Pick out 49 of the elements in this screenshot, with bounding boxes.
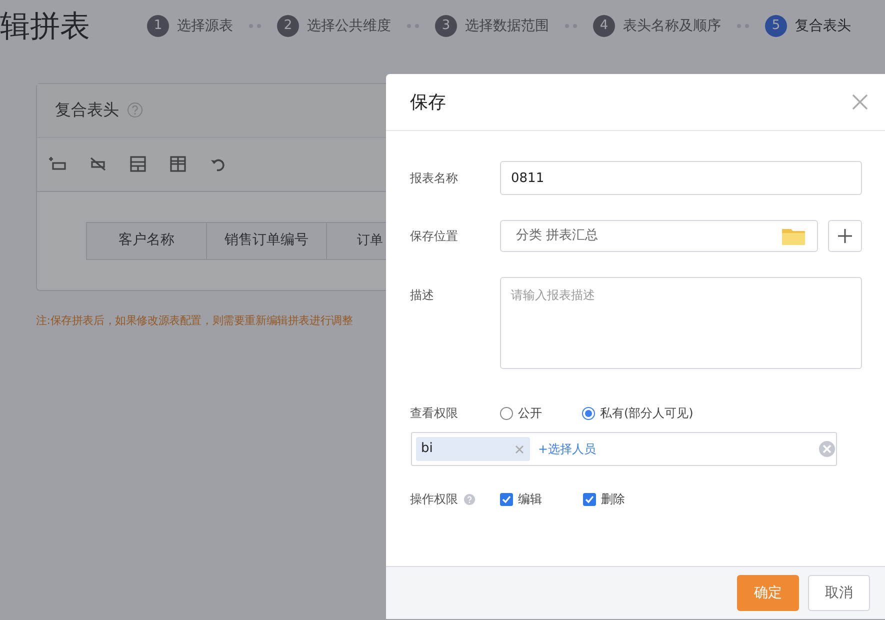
cancel-button[interactable]: 取消 <box>808 575 870 611</box>
option-label[interactable]: 私有(部分人可见) <box>600 404 694 422</box>
radio-button[interactable] <box>582 406 595 420</box>
note-text: 注:保存拼表后，如果修改源表配置，则需要重新编辑拼表进行调整 <box>36 312 354 328</box>
field-label: 描述 <box>410 287 435 304</box>
step-label[interactable]: 选择数据范围 <box>465 16 549 36</box>
step-number[interactable]: 3 <box>435 15 457 37</box>
plus-icon <box>838 229 852 243</box>
member-name: bi <box>421 440 433 458</box>
name-field[interactable]: 0811 <box>500 161 862 195</box>
option-label[interactable]: 删除 <box>601 490 625 508</box>
member-field[interactable]: bi +选择人员 <box>411 432 837 466</box>
field-label: 保存位置 <box>410 228 459 245</box>
field-label: 查看权限 <box>410 405 459 422</box>
field-label: 报表名称 <box>410 170 459 187</box>
close-icon <box>851 93 869 112</box>
panel-title: 复合表头 <box>55 99 119 121</box>
page-title: 辑拼表 <box>0 12 90 42</box>
header-cell: 销售订单编号 <box>206 222 327 260</box>
folder-icon <box>782 227 805 245</box>
dialog-title: 保存 <box>410 90 446 114</box>
step-number[interactable]: 2 <box>277 15 299 37</box>
step-label[interactable]: 选择源表 <box>177 16 233 36</box>
step-number[interactable]: 1 <box>147 15 169 37</box>
confirm-button[interactable]: 确定 <box>737 575 799 611</box>
description-field[interactable]: 请输入报表描述 <box>500 277 862 369</box>
step-label[interactable]: 选择公共维度 <box>307 16 391 36</box>
add-button[interactable] <box>828 220 862 252</box>
field-label: 操作权限 <box>410 491 458 508</box>
option-label[interactable]: 公开 <box>518 404 542 422</box>
checkbox[interactable] <box>583 492 596 506</box>
header-cell: 客户名称 <box>86 222 207 260</box>
merge-cells-icon[interactable] <box>129 155 147 173</box>
member-tag[interactable]: bi <box>416 437 530 461</box>
close-button[interactable] <box>851 93 869 111</box>
step-number[interactable]: 4 <box>593 15 615 37</box>
header-cell: 订单 <box>326 222 386 260</box>
delete-row-icon[interactable] <box>89 155 107 173</box>
checkbox[interactable] <box>500 492 513 506</box>
location-field[interactable]: 分类 拼表汇总 <box>500 220 818 252</box>
location-text: 分类 拼表汇总 <box>516 227 598 246</box>
table-icon[interactable] <box>169 155 187 173</box>
step-number[interactable]: 5 <box>765 15 787 37</box>
option-label[interactable]: 编辑 <box>518 490 542 508</box>
step-label[interactable]: 表头名称及顺序 <box>623 16 721 36</box>
radio-button[interactable] <box>500 406 513 420</box>
step-label[interactable]: 复合表头 <box>795 16 851 36</box>
add-member-link[interactable]: +选择人员 <box>538 440 818 458</box>
add-row-icon[interactable] <box>49 155 67 173</box>
